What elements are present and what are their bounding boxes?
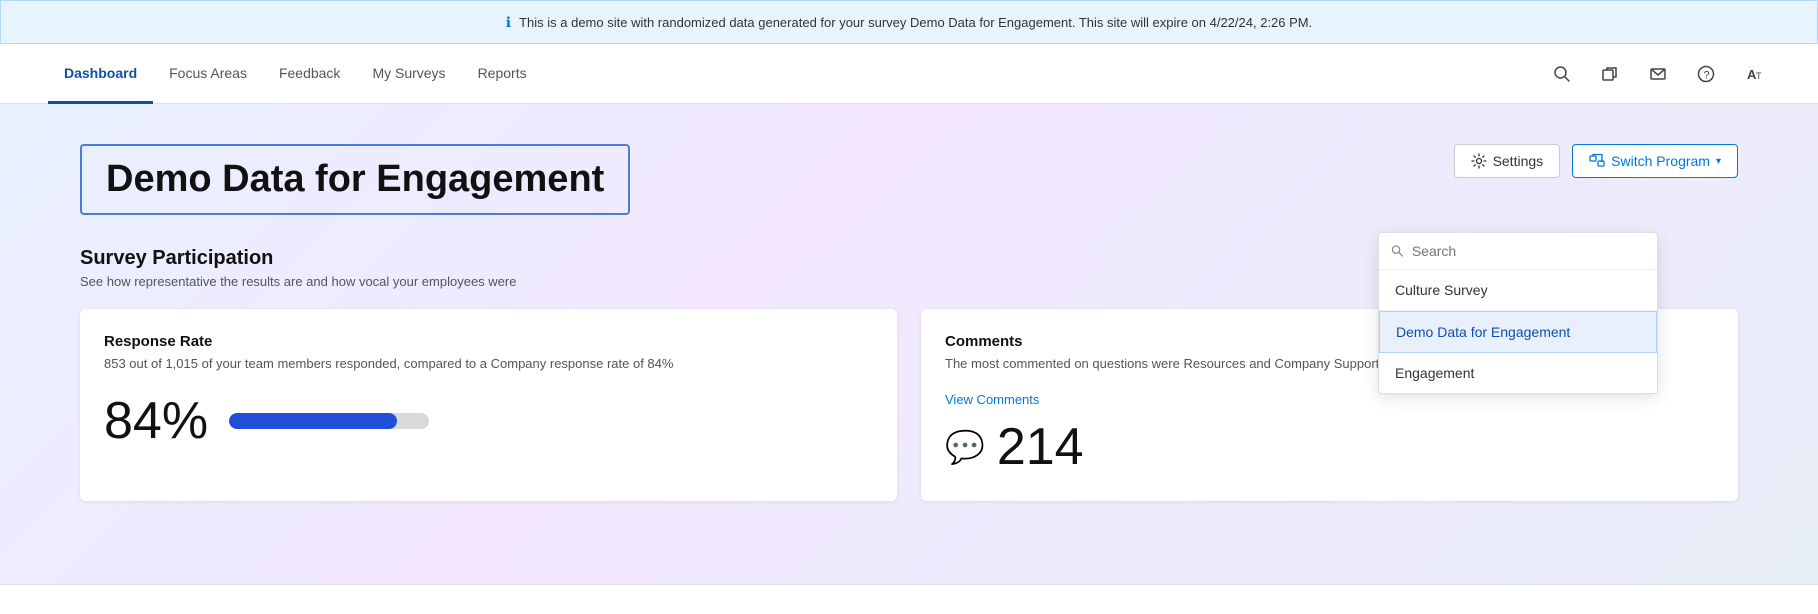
view-comments-link[interactable]: View Comments [945, 392, 1039, 407]
dropdown-item-demo-data[interactable]: Demo Data for Engagement [1379, 311, 1657, 353]
svg-text:?: ? [1704, 69, 1710, 81]
comment-count-row: 💬 214 [945, 417, 1714, 477]
mail-button[interactable] [1642, 58, 1674, 90]
info-icon: ℹ [506, 14, 511, 31]
font-button[interactable]: A T [1738, 58, 1770, 90]
window-button[interactable] [1594, 58, 1626, 90]
gear-icon [1471, 153, 1487, 169]
switch-program-dropdown: Culture Survey Demo Data for Engagement … [1378, 232, 1658, 394]
page-title: Demo Data for Engagement [106, 158, 604, 201]
progress-bar-wrap [229, 413, 429, 429]
tab-focus-areas[interactable]: Focus Areas [153, 45, 263, 104]
help-icon: ? [1697, 65, 1715, 83]
dropdown-item-engagement[interactable]: Engagement [1379, 353, 1657, 393]
dropdown-search-input[interactable] [1412, 243, 1645, 259]
search-icon [1553, 65, 1571, 83]
demo-banner: ℹ This is a demo site with randomized da… [0, 0, 1818, 44]
window-icon [1601, 65, 1619, 83]
progress-bar-fill [229, 413, 397, 429]
top-right-actions: Settings Switch Program ▾ Culture Survey [1454, 144, 1738, 178]
tab-dashboard[interactable]: Dashboard [48, 45, 153, 104]
page-title-box: Demo Data for Engagement [80, 144, 630, 215]
switch-program-label: Switch Program [1611, 153, 1710, 169]
nav-tabs: Dashboard Focus Areas Feedback My Survey… [48, 44, 543, 103]
response-rate-desc: 853 out of 1,015 of your team members re… [104, 356, 873, 371]
comment-count: 214 [997, 417, 1084, 477]
dropdown-search-container [1379, 233, 1657, 270]
banner-text: This is a demo site with randomized data… [519, 15, 1312, 30]
response-rate-title: Response Rate [104, 333, 873, 350]
switch-icon [1589, 153, 1605, 169]
svg-text:T: T [1756, 71, 1762, 81]
header: Dashboard Focus Areas Feedback My Survey… [0, 44, 1818, 104]
response-rate-card: Response Rate 853 out of 1,015 of your t… [80, 309, 897, 501]
search-button[interactable] [1546, 58, 1578, 90]
progress-bar-track [229, 413, 429, 429]
response-rate-display: 84% [104, 391, 873, 451]
font-icon: A T [1745, 65, 1763, 83]
tab-reports[interactable]: Reports [462, 45, 543, 104]
settings-button[interactable]: Settings [1454, 144, 1561, 178]
bottom-hint [0, 584, 1818, 614]
dropdown-search-icon [1391, 244, 1404, 258]
settings-label: Settings [1493, 153, 1544, 169]
switch-program-button[interactable]: Switch Program ▾ [1572, 144, 1738, 178]
chevron-down-icon: ▾ [1716, 156, 1721, 167]
help-button[interactable]: ? [1690, 58, 1722, 90]
dropdown-item-culture-survey[interactable]: Culture Survey [1379, 270, 1657, 311]
tab-my-surveys[interactable]: My Surveys [356, 45, 461, 104]
tab-feedback[interactable]: Feedback [263, 45, 356, 104]
comment-bubble-icon: 💬 [945, 428, 985, 466]
mail-icon [1649, 65, 1667, 83]
main-content: Demo Data for Engagement Settings Switch… [0, 104, 1818, 584]
response-rate-percent: 84% [104, 391, 208, 451]
header-icons: ? A T [1546, 58, 1770, 90]
